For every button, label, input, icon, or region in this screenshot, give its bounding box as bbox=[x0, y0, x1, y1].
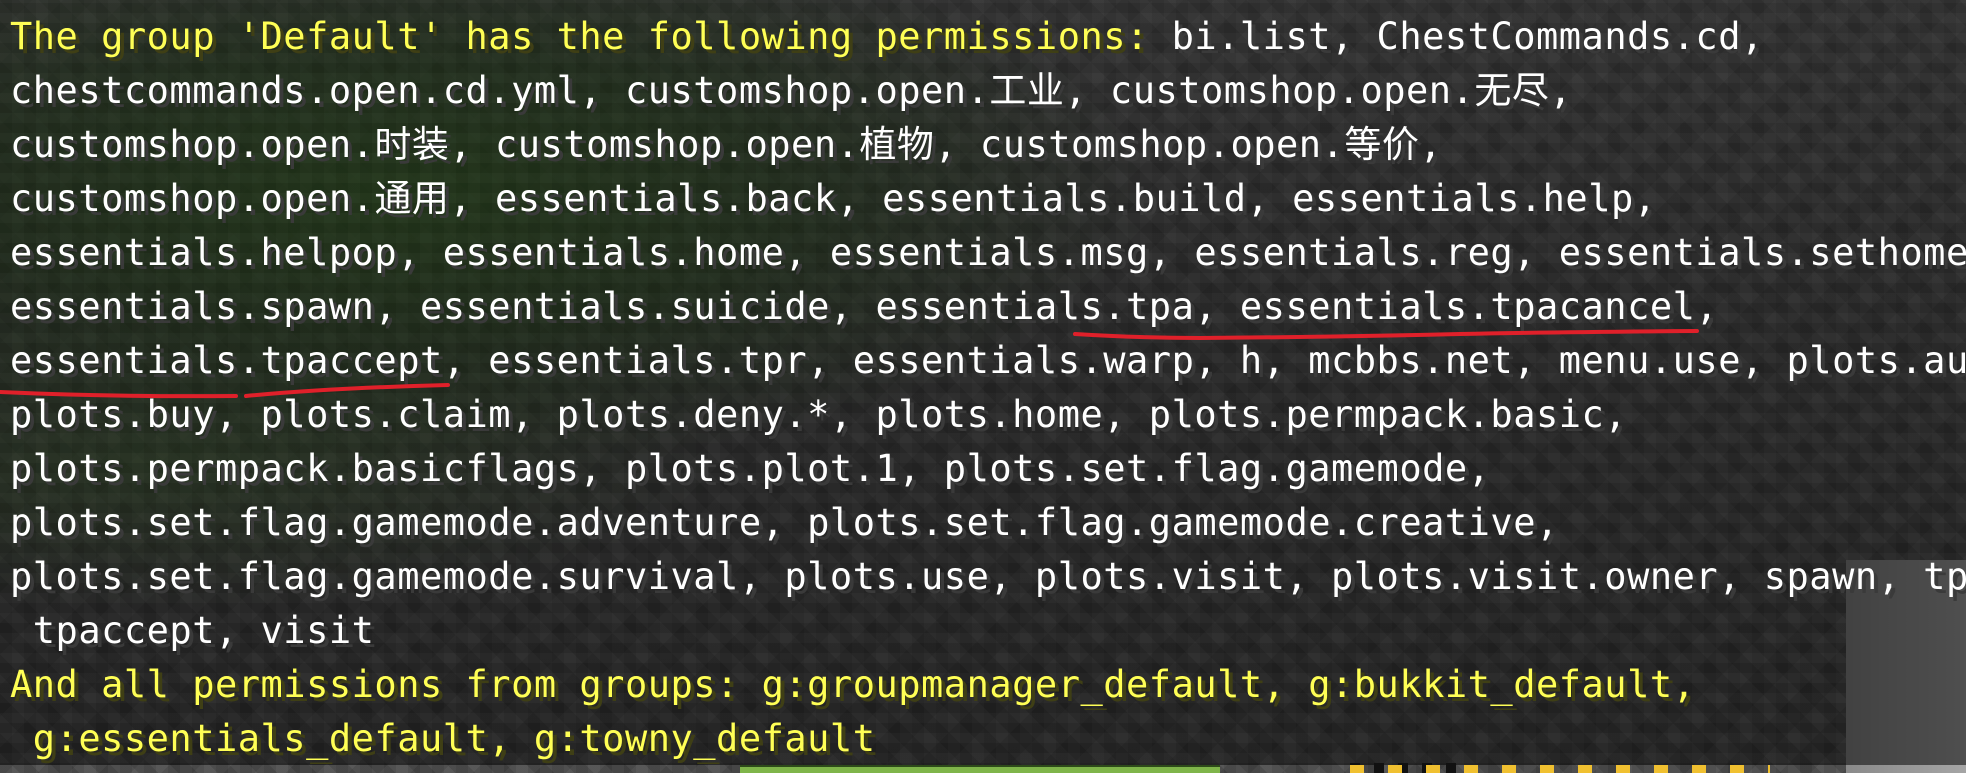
chat-line-9: plots.permpack.basicflags, plots.plot.1,… bbox=[10, 442, 1960, 496]
chat-line-2: chestcommands.open.cd.yml, customshop.op… bbox=[10, 64, 1960, 118]
chat-line-1: The group 'Default' has the following pe… bbox=[10, 10, 1960, 64]
chat-line-12: tpaccept, visit bbox=[10, 604, 1960, 658]
chat-line-5: essentials.helpop, essentials.home, esse… bbox=[10, 226, 1966, 280]
permission-header: The group 'Default' has the following pe… bbox=[10, 15, 1172, 58]
permission-list: tpaccept, visit bbox=[10, 609, 375, 652]
permission-list: plots.permpack.basicflags, plots.plot.1,… bbox=[10, 447, 1491, 490]
hunger-bar bbox=[1350, 765, 1770, 773]
chat-line-8: plots.buy, plots.claim, plots.deny.*, pl… bbox=[10, 388, 1960, 442]
permission-list: plots.set.flag.gamemode.survival, plots.… bbox=[10, 555, 1966, 598]
chat-line-6: essentials.spawn, essentials.suicide, es… bbox=[10, 280, 1960, 334]
chat-line-3: customshop.open.时装, customshop.open.植物, … bbox=[10, 118, 1960, 172]
chat-line-7: essentials.tpaccept, essentials.tpr, ess… bbox=[10, 334, 1966, 388]
chat-log: The group 'Default' has the following pe… bbox=[10, 10, 1966, 766]
chat-line-13: And all permissions from groups: g:group… bbox=[10, 658, 1960, 712]
permission-list: customshop.open.通用, essentials.back, ess… bbox=[10, 177, 1657, 220]
permission-list: essentials.spawn, essentials.suicide, es… bbox=[10, 285, 1719, 328]
chat-line-4: customshop.open.通用, essentials.back, ess… bbox=[10, 172, 1960, 226]
permission-list: customshop.open.时装, customshop.open.植物, … bbox=[10, 123, 1443, 166]
chat-line-14: g:essentials_default, g:towny_default bbox=[10, 712, 1960, 766]
permission-list: bi.list, ChestCommands.cd, bbox=[1171, 15, 1764, 58]
permission-list: plots.buy, plots.claim, plots.deny.*, pl… bbox=[10, 393, 1628, 436]
hotbar-edge bbox=[740, 765, 1220, 773]
permission-list: plots.set.flag.gamemode.adventure, plots… bbox=[10, 501, 1559, 544]
inherited-groups-list: g:essentials_default, g:towny_default bbox=[10, 717, 876, 760]
chat-line-10: plots.set.flag.gamemode.adventure, plots… bbox=[10, 496, 1960, 550]
chat-line-11: plots.set.flag.gamemode.survival, plots.… bbox=[10, 550, 1966, 604]
permission-list: essentials.helpop, essentials.home, esse… bbox=[10, 231, 1966, 274]
permission-list: chestcommands.open.cd.yml, customshop.op… bbox=[10, 69, 1573, 112]
permission-list: essentials.tpaccept, essentials.tpr, ess… bbox=[10, 339, 1966, 382]
inherited-groups-header: And all permissions from groups: g:group… bbox=[10, 663, 1696, 706]
